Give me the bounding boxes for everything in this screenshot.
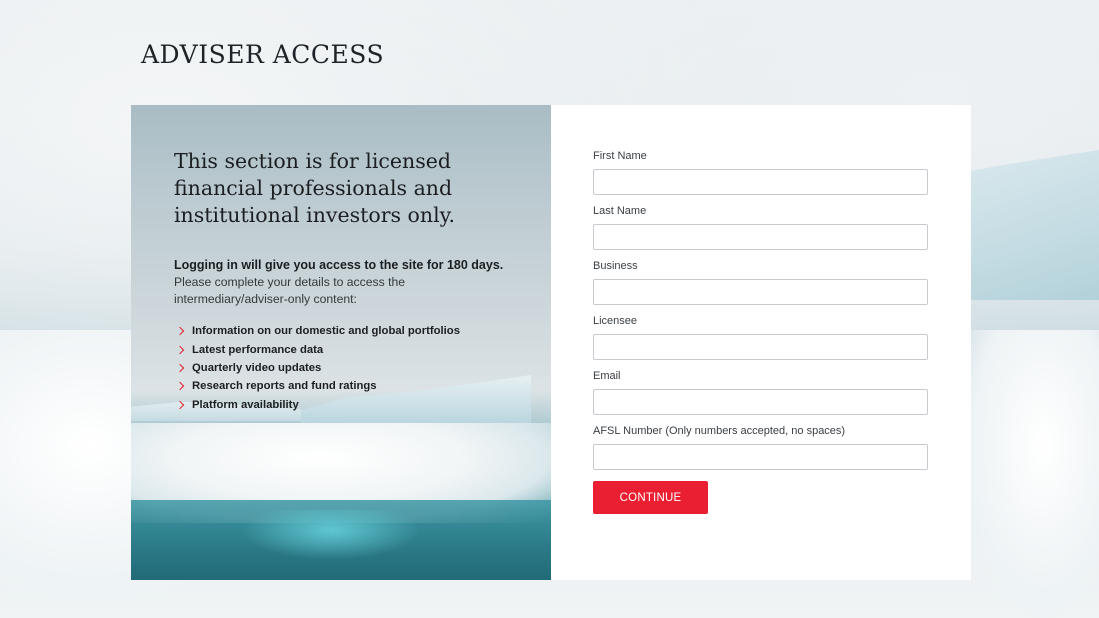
email-label: Email [593,370,621,382]
form-panel: First Name Last Name Business Licensee E… [551,105,971,580]
background-ice-right-lower [959,330,1099,618]
afsl-number-label: AFSL Number (Only numbers accepted, no s… [593,425,846,437]
list-item: Quarterly video updates [174,359,514,377]
licensee-label: Licensee [593,315,638,327]
chevron-right-icon [175,345,185,354]
last-name-label: Last Name [593,205,647,217]
first-name-input[interactable] [593,169,928,195]
list-item: Research reports and fund ratings [174,377,514,395]
promo-heading: This section is for licensed financial p… [174,149,456,227]
first-name-field-group: First Name [593,149,928,195]
promo-description: Please complete your details to access t… [174,275,406,306]
licensee-input[interactable] [593,334,928,360]
benefits-list: Information on our domestic and global p… [174,322,514,414]
list-item-label: Research reports and fund ratings [192,380,377,393]
business-label: Business [593,260,638,272]
first-name-label: First Name [593,150,647,162]
promo-panel: This section is for licensed financial p… [131,105,551,580]
email-input[interactable] [593,389,928,415]
access-card: This section is for licensed financial p… [131,105,971,580]
list-item: Platform availability [174,396,514,414]
water-glow [241,510,421,560]
adviser-access-form: First Name Last Name Business Licensee E… [593,149,928,514]
list-item: Latest performance data [174,340,514,358]
afsl-number-field-group: AFSL Number (Only numbers accepted, no s… [593,424,928,470]
last-name-input[interactable] [593,224,928,250]
list-item-label: Latest performance data [192,343,324,356]
chevron-right-icon [175,400,185,409]
list-item-label: Platform availability [192,398,299,411]
business-input[interactable] [593,279,928,305]
chevron-right-icon [175,363,185,373]
promo-lead: Logging in will give you access to the s… [174,258,504,272]
last-name-field-group: Last Name [593,204,928,250]
afsl-number-input[interactable] [593,444,928,470]
list-item-label: Information on our domestic and global p… [192,325,460,338]
business-field-group: Business [593,259,928,305]
continue-button[interactable]: CONTINUE [593,481,708,514]
page-title: ADVISER ACCESS [141,40,385,69]
chevron-right-icon [175,382,185,391]
promo-content: This section is for licensed financial p… [174,148,514,414]
email-field-group: Email [593,369,928,415]
chevron-right-icon [175,326,185,336]
licensee-field-group: Licensee [593,314,928,360]
list-item-label: Quarterly video updates [192,361,322,374]
list-item: Information on our domestic and global p… [174,322,514,340]
